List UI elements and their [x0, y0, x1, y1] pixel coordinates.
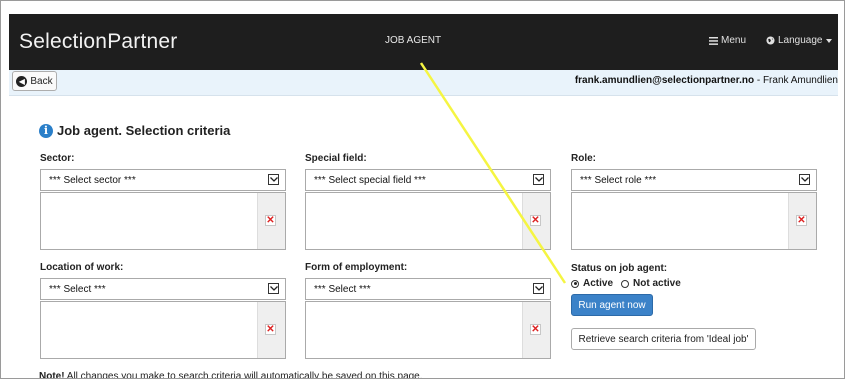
language-dropdown[interactable]: Language	[766, 35, 832, 46]
menu-label: Menu	[721, 35, 747, 46]
role-select-value: *** Select role ***	[580, 175, 657, 186]
status-radio-group: Active Not active	[571, 278, 681, 289]
role-label: Role:	[571, 153, 596, 164]
info-icon: i	[39, 123, 53, 138]
location-select-value: *** Select ***	[49, 284, 106, 295]
heading-text: Job agent. Selection criteria	[57, 123, 231, 138]
employment-selected-list[interactable]: ✕	[305, 301, 551, 359]
special-field-select[interactable]: *** Select special field ***	[305, 169, 551, 191]
location-label: Location of work:	[40, 262, 124, 273]
chevron-down-icon	[268, 283, 279, 294]
remove-icon[interactable]: ✕	[530, 324, 541, 335]
menu-button[interactable]: Menu	[709, 35, 746, 46]
sector-select[interactable]: *** Select sector ***	[40, 169, 286, 191]
brand-logo[interactable]: SelectionPartner	[19, 30, 177, 54]
hamburger-icon	[709, 36, 718, 45]
special-field-select-value: *** Select special field ***	[314, 175, 426, 186]
language-label: Language	[778, 35, 823, 46]
remove-icon[interactable]: ✕	[530, 215, 541, 226]
page-heading: i Job agent. Selection criteria	[39, 123, 230, 138]
sector-select-value: *** Select sector ***	[49, 175, 136, 186]
remove-icon[interactable]: ✕	[796, 215, 807, 226]
remove-icon[interactable]: ✕	[265, 215, 276, 226]
note-strong: Note!	[39, 371, 65, 379]
sector-label: Sector:	[40, 153, 75, 164]
browser-frame: SelectionPartner JOB AGENT Menu Language…	[0, 0, 845, 379]
status-active-label: Active	[583, 278, 614, 289]
location-selected-list[interactable]: ✕	[40, 301, 286, 359]
top-navbar: SelectionPartner JOB AGENT Menu Language	[9, 14, 838, 70]
employment-select[interactable]: *** Select ***	[305, 278, 551, 300]
user-email: frank.amundlien@selectionpartner.no	[574, 75, 755, 86]
special-field-label: Special field:	[305, 153, 367, 164]
chevron-down-icon	[268, 174, 279, 185]
employment-select-value: *** Select ***	[314, 284, 371, 295]
chevron-down-icon	[533, 283, 544, 294]
retrieve-criteria-button[interactable]: Retrieve search criteria from 'Ideal job…	[571, 328, 756, 350]
special-field-selected-list[interactable]: ✕	[305, 192, 551, 250]
back-button[interactable]: ◀ Back	[12, 71, 57, 91]
status-active-radio[interactable]: Active	[571, 278, 613, 289]
chevron-down-icon	[799, 174, 810, 185]
radio-selected-icon[interactable]	[571, 279, 579, 288]
user-info: frank.amundlien@selectionpartner.no - Fr…	[575, 75, 838, 86]
status-label: Status on job agent:	[571, 263, 668, 274]
autosave-note: Note! All changes you make to search cri…	[39, 371, 423, 379]
sector-selected-list[interactable]: ✕	[40, 192, 286, 250]
note-text: All changes you make to search criteria …	[64, 371, 423, 379]
role-select[interactable]: *** Select role ***	[571, 169, 817, 191]
status-inactive-label: Not active	[633, 278, 681, 289]
radio-unselected-icon[interactable]	[621, 279, 630, 288]
arrow-left-icon: ◀	[16, 75, 28, 87]
globe-icon	[766, 36, 775, 45]
employment-label: Form of employment:	[305, 262, 408, 273]
sub-toolbar: ◀ Back frank.amundlien@selectionpartner.…	[9, 70, 838, 96]
page-section-title: JOB AGENT	[385, 35, 442, 46]
remove-icon[interactable]: ✕	[265, 324, 276, 335]
role-selected-list[interactable]: ✕	[571, 192, 817, 250]
caret-down-icon	[825, 38, 832, 43]
chevron-down-icon	[533, 174, 544, 185]
status-inactive-radio[interactable]: Not active	[621, 278, 681, 289]
user-name: - Frank Amundlien	[754, 75, 838, 86]
location-select[interactable]: *** Select ***	[40, 278, 286, 300]
back-label: Back	[30, 75, 53, 87]
run-agent-button[interactable]: Run agent now	[571, 294, 653, 316]
